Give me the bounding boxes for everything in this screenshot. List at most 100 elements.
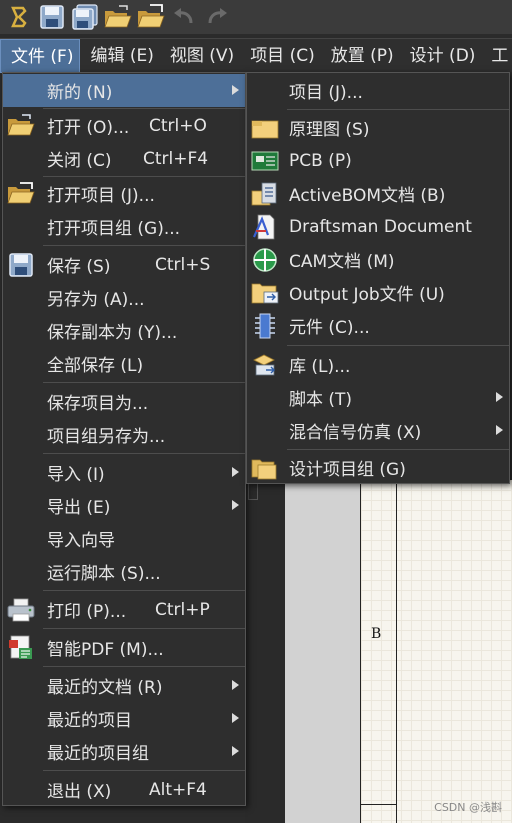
submenu-arrow-icon [496, 425, 503, 435]
sheet-border-line [361, 804, 397, 805]
menu-item-save-project-as[interactable]: 保存项目为... [3, 385, 245, 418]
menu-item-label: 打开项目组 (G)... [47, 219, 181, 239]
save-icon[interactable] [37, 3, 67, 31]
menu-separator [287, 109, 509, 110]
menu-item-shortcut: Alt+F4 [149, 779, 207, 800]
submenu-item-project[interactable]: 项目 (J)... [247, 74, 509, 107]
menu-project[interactable]: 项目 (C) [240, 39, 321, 73]
menu-design[interactable]: 设计 (D) [400, 39, 482, 73]
menu-item-label: 库 (L)... [289, 357, 351, 377]
menu-item-print[interactable]: 打印 (P)... Ctrl+P [3, 593, 245, 626]
submenu-arrow-icon [232, 467, 239, 477]
submenu-arrow-icon [232, 500, 239, 510]
menu-item-label: 元件 (C)... [289, 318, 370, 338]
menu-item-label: 最近的项目组 [47, 744, 149, 764]
menu-item-save-copy-as[interactable]: 保存副本为 (Y)... [3, 314, 245, 347]
open-project-icon[interactable] [136, 3, 166, 31]
menu-view[interactable]: 视图 (V) [160, 39, 240, 73]
activebom-doc-icon [249, 179, 281, 208]
project-group-icon [249, 453, 281, 482]
menu-separator [43, 770, 245, 771]
menu-item-save-project-group-as[interactable]: 项目组另存为... [3, 418, 245, 451]
redo-icon[interactable] [202, 3, 232, 31]
menu-item-save-as[interactable]: 另存为 (A)... [3, 281, 245, 314]
open-folder-icon[interactable] [103, 3, 133, 31]
submenu-item-activebom[interactable]: ActiveBOM文档 (B) [247, 177, 509, 210]
workspace-margin [285, 480, 360, 823]
menu-item-label: 保存 (S) [47, 257, 111, 277]
menu-separator [43, 245, 245, 246]
menu-item-recent-project-groups[interactable]: 最近的项目组 [3, 735, 245, 768]
menu-item-open-project-group[interactable]: 打开项目组 (G)... [3, 210, 245, 243]
submenu-arrow-icon [232, 713, 239, 723]
component-icon [249, 311, 281, 340]
menu-item-shortcut: Ctrl+S [155, 254, 211, 275]
menu-item-label: 运行脚本 (S)... [47, 564, 161, 584]
menu-item-import[interactable]: 导入 (I) [3, 456, 245, 489]
menu-item-label: 关闭 (C) [47, 151, 112, 171]
undo-icon[interactable] [169, 3, 199, 31]
submenu-arrow-icon [232, 680, 239, 690]
menu-item-label: 退出 (X) [47, 782, 112, 802]
menu-item-recent-projects[interactable]: 最近的项目 [3, 702, 245, 735]
menu-item-label: 新的 (N) [47, 83, 113, 103]
menu-item-label: 最近的文档 (R) [47, 678, 163, 698]
menu-item-smart-pdf[interactable]: 智能PDF (M)... [3, 631, 245, 664]
pcb-doc-icon [249, 146, 281, 175]
menu-item-label: 打开 (O)... [47, 118, 130, 138]
submenu-item-mixed-signal-sim[interactable]: 混合信号仿真 (X) [247, 414, 509, 447]
menu-separator [287, 449, 509, 450]
open-folder-icon [5, 111, 37, 140]
submenu-item-draftsman[interactable]: Draftsman Document [247, 210, 509, 243]
menu-item-label: Draftsman Document [289, 216, 472, 237]
schematic-sheet[interactable] [360, 480, 512, 823]
submenu-item-schematic[interactable]: 原理图 (S) [247, 111, 509, 144]
save-all-icon[interactable] [70, 3, 100, 31]
save-icon [5, 250, 37, 279]
menu-item-label: 混合信号仿真 (X) [289, 423, 422, 443]
menu-place[interactable]: 放置 (P) [321, 39, 400, 73]
menu-item-label: CAM文档 (M) [289, 252, 395, 272]
submenu-item-output-job[interactable]: Output Job文件 (U) [247, 276, 509, 309]
menu-item-open-project[interactable]: 打开项目 (J)... [3, 177, 245, 210]
menu-separator [43, 590, 245, 591]
menu-item-import-wizard[interactable]: 导入向导 [3, 522, 245, 555]
menu-item-label: 打开项目 (J)... [47, 186, 155, 206]
menu-item-export[interactable]: 导出 (E) [3, 489, 245, 522]
printer-icon [5, 595, 37, 624]
menu-separator [43, 666, 245, 667]
menu-item-shortcut: Ctrl+F4 [143, 148, 209, 169]
menu-item-new[interactable]: 新的 (N) [3, 74, 245, 107]
menu-item-open[interactable]: 打开 (O)... Ctrl+O [3, 109, 245, 142]
submenu-item-library[interactable]: 库 (L)... [247, 348, 509, 381]
app-logo-icon[interactable] [4, 3, 34, 31]
menu-item-save[interactable]: 保存 (S) Ctrl+S [3, 248, 245, 281]
submenu-arrow-icon [232, 746, 239, 756]
submenu-item-cam[interactable]: CAM文档 (M) [247, 243, 509, 276]
menu-tools[interactable]: 工 [481, 39, 512, 73]
cam-doc-icon [249, 245, 281, 274]
menu-item-label: ActiveBOM文档 (B) [289, 186, 446, 206]
menu-item-shortcut: Ctrl+P [155, 599, 210, 620]
open-project-icon [5, 179, 37, 208]
sheet-border-line [396, 480, 397, 823]
menu-item-label: 原理图 (S) [289, 120, 370, 140]
submenu-item-script[interactable]: 脚本 (T) [247, 381, 509, 414]
menu-edit[interactable]: 编辑 (E) [80, 39, 159, 73]
menu-item-close[interactable]: 关闭 (C) Ctrl+F4 [3, 142, 245, 175]
watermark: CSDN @浅斟 [434, 801, 502, 814]
menu-item-label: Output Job文件 (U) [289, 285, 445, 305]
submenu-item-pcb[interactable]: PCB (P) [247, 144, 509, 177]
menu-item-label: 项目 (J)... [289, 83, 363, 103]
menu-item-exit[interactable]: 退出 (X) Alt+F4 [3, 773, 245, 806]
menu-separator [43, 382, 245, 383]
submenu-item-design-project-group[interactable]: 设计项目组 (G) [247, 451, 509, 484]
menu-item-label: 打印 (P)... [47, 602, 127, 622]
library-icon [249, 350, 281, 379]
main-toolbar [0, 0, 512, 34]
submenu-item-component[interactable]: 元件 (C)... [247, 309, 509, 342]
menu-item-run-script[interactable]: 运行脚本 (S)... [3, 555, 245, 588]
menu-file[interactable]: 文件 (F) [0, 38, 81, 73]
menu-item-save-all[interactable]: 全部保存 (L) [3, 347, 245, 380]
menu-item-recent-documents[interactable]: 最近的文档 (R) [3, 669, 245, 702]
